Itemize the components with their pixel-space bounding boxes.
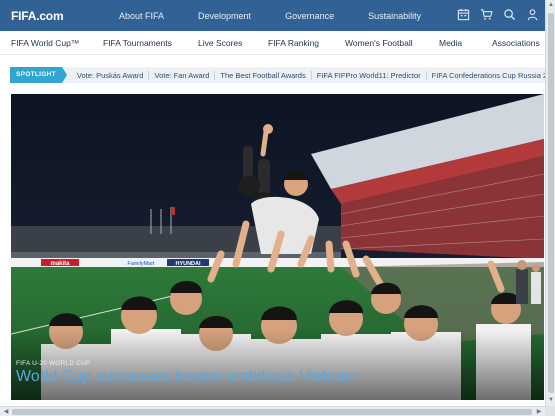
hero-kicker: FIFA U-20 WORLD CUP bbox=[16, 360, 91, 367]
spotlight-link-world11[interactable]: FIFA FIFPro World11: Predictor bbox=[310, 70, 426, 80]
spotlight-bar: SPOTLIGHT ON Vote: Puskás Award Vote: Fa… bbox=[10, 67, 555, 94]
vertical-scrollbar[interactable]: ▲ ▼ bbox=[545, 0, 555, 406]
vertical-scroll-thumb[interactable] bbox=[548, 13, 554, 393]
fifa-logo[interactable]: FIFA.com bbox=[11, 9, 106, 23]
subnav-fifa-ranking[interactable]: FIFA Ranking bbox=[268, 38, 319, 48]
subnav-live-scores[interactable]: Live Scores bbox=[198, 38, 242, 48]
top-nav-links: About FIFA Development Governance Sustai… bbox=[106, 11, 421, 21]
subnav-associations[interactable]: Associations bbox=[492, 38, 540, 48]
scroll-down-arrow-icon[interactable]: ▼ bbox=[547, 396, 555, 405]
calendar-icon[interactable] bbox=[457, 8, 470, 21]
spotlight-link-fan-award[interactable]: Vote: Fan Award bbox=[148, 70, 214, 80]
ad-board-makita: makita bbox=[50, 261, 70, 267]
hero-headline[interactable]: World Cup successes inspire ambitious Vi… bbox=[16, 368, 358, 386]
nav-development[interactable]: Development bbox=[198, 11, 251, 21]
scroll-left-arrow-icon[interactable]: ◀ bbox=[1, 407, 11, 416]
user-icon[interactable] bbox=[526, 8, 539, 21]
spotlight-link-best-awards[interactable]: The Best Football Awards bbox=[214, 70, 310, 80]
logo-text: FIFA bbox=[11, 8, 37, 23]
scroll-up-arrow-icon[interactable]: ▲ bbox=[547, 1, 555, 10]
cart-icon[interactable] bbox=[480, 8, 493, 21]
hero-article[interactable]: makita FamilyMart HYUNDAI FIFA U-20 WORL… bbox=[11, 94, 544, 400]
nav-sustainability[interactable]: Sustainability bbox=[368, 11, 421, 21]
spotlight-link-puskas[interactable]: Vote: Puskás Award bbox=[72, 71, 149, 80]
horizontal-scrollbar[interactable]: ◀ ▶ bbox=[0, 406, 545, 416]
top-navigation-bar: FIFA.com About FIFA Development Governan… bbox=[0, 0, 545, 31]
header-icons bbox=[457, 8, 539, 21]
subnav-media[interactable]: Media bbox=[439, 38, 462, 48]
logo-suffix: .com bbox=[36, 8, 64, 23]
scrollbar-corner bbox=[545, 406, 555, 416]
ad-board-hyundai: HYUNDAI bbox=[175, 261, 201, 267]
horizontal-scroll-thumb[interactable] bbox=[12, 409, 532, 415]
secondary-navigation: FIFA World Cup™ FIFA Tournaments Live Sc… bbox=[0, 31, 545, 55]
nav-governance[interactable]: Governance bbox=[285, 11, 334, 21]
subnav-fifa-tournaments[interactable]: FIFA Tournaments bbox=[103, 38, 172, 48]
scroll-right-arrow-icon[interactable]: ▶ bbox=[534, 407, 544, 416]
ad-board-familymart: FamilyMart bbox=[127, 261, 155, 267]
spotlight-links: Vote: Puskás Award Vote: Fan Award The B… bbox=[61, 67, 555, 83]
spotlight-label: SPOTLIGHT ON bbox=[10, 67, 67, 94]
hero-caption-gradient bbox=[11, 330, 544, 400]
nav-about-fifa[interactable]: About FIFA bbox=[119, 11, 164, 21]
spotlight-link-confed-cup[interactable]: FIFA Confederations Cup Russia 2017 bbox=[425, 70, 555, 80]
subnav-fifa-world-cup[interactable]: FIFA World Cup™ bbox=[11, 38, 79, 48]
subnav-womens-football[interactable]: Women's Football bbox=[345, 38, 413, 48]
search-icon[interactable] bbox=[503, 8, 516, 21]
